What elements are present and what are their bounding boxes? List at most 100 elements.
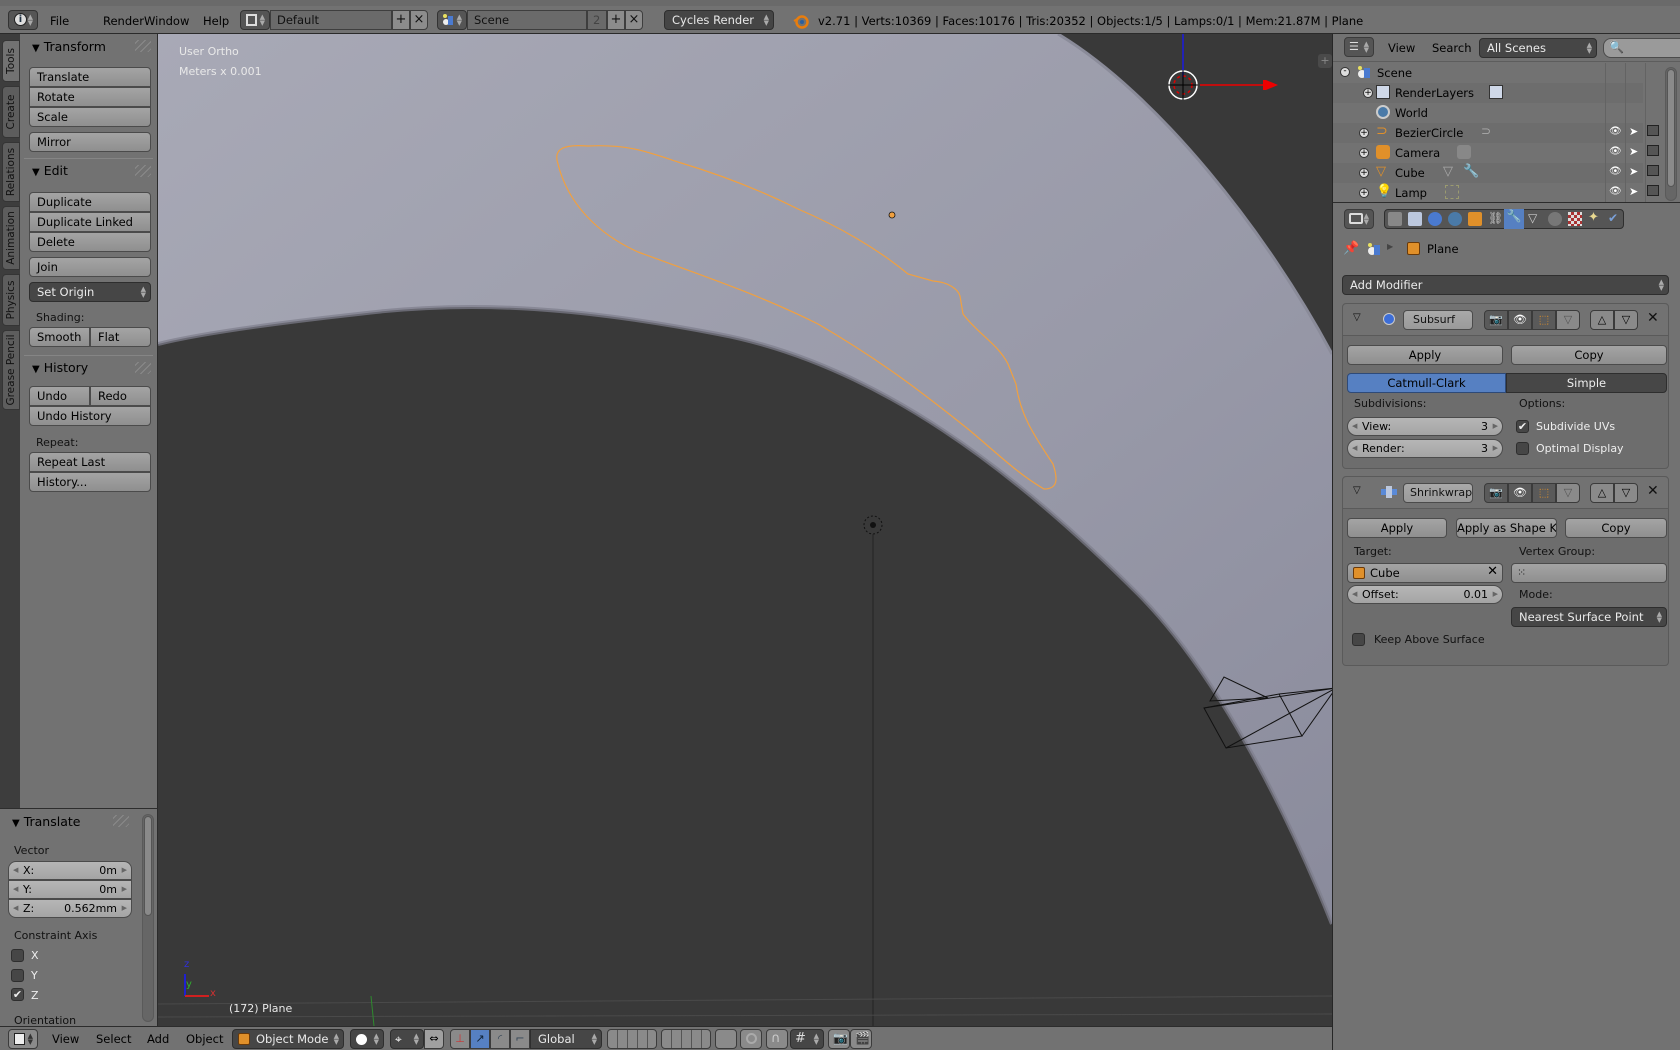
menu-file[interactable]: File [50, 14, 69, 28]
render-tab-icon[interactable] [1388, 212, 1402, 226]
decrement-arrow-icon[interactable]: ◀ [1352, 590, 1357, 598]
shrinkwrap-name-field[interactable]: Shrinkwrap [1403, 483, 1473, 503]
subsurf-apply-button[interactable]: Apply [1347, 345, 1503, 365]
increment-arrow-icon[interactable]: ▶ [122, 885, 127, 893]
target-object-field[interactable]: Cube ✕ [1347, 563, 1503, 583]
mirror-button[interactable]: Mirror [29, 132, 151, 152]
vector-z-field[interactable]: ◀ Z: 0.562mm ▶ [8, 899, 132, 918]
decrement-arrow-icon[interactable]: ◀ [1352, 444, 1357, 452]
delete-button[interactable]: Delete [29, 232, 151, 252]
selectable-cursor-icon[interactable]: ➤ [1629, 125, 1638, 138]
move-up-button[interactable]: △ [1590, 310, 1614, 330]
only-origins-toggle[interactable]: ⇔ [424, 1029, 444, 1049]
realtime-display-toggle[interactable]: 👁 [1508, 483, 1532, 503]
offset-field[interactable]: ◀ Offset: 0.01 ▶ [1347, 585, 1503, 604]
lock-camera-layers-button[interactable] [715, 1029, 737, 1049]
move-down-button[interactable]: ▽ [1614, 483, 1638, 503]
screen-layout-name[interactable]: Default [270, 10, 392, 30]
outliner-item-lamp[interactable]: + 💡 Lamp [1333, 183, 1643, 203]
render-toggle[interactable]: 📷 [1484, 483, 1508, 503]
add-layout-button[interactable]: + [392, 10, 410, 30]
texture-tab-icon[interactable] [1568, 212, 1582, 226]
outliner-item-scene[interactable]: - Scene [1333, 63, 1643, 83]
shrinkwrap-apply-button[interactable]: Apply [1347, 518, 1447, 538]
transform-panel-header[interactable]: ▼ Transform [32, 39, 106, 54]
smooth-shading-button[interactable]: Smooth [29, 327, 90, 347]
particles-tab-icon[interactable]: ✦ [1588, 210, 1599, 225]
constraint-x-checkbox[interactable] [11, 949, 24, 962]
optimal-display-checkbox[interactable] [1516, 442, 1529, 455]
expand-icon[interactable]: + [1363, 88, 1373, 98]
remove-modifier-close-icon[interactable]: ✕ [1647, 310, 1659, 326]
history-panel-header[interactable]: ▼ History [32, 360, 88, 375]
pin-icon[interactable]: 📌 [1343, 241, 1359, 256]
clear-target-x-icon[interactable]: ✕ [1487, 564, 1498, 579]
editor-type-outliner-button[interactable]: ☰ ▲ ▼ [1344, 37, 1374, 57]
outliner-item-camera[interactable]: + Camera [1333, 143, 1643, 163]
tab-relations[interactable]: Relations [2, 142, 20, 202]
visibility-eye-icon[interactable]: 👁 [1609, 166, 1622, 177]
increment-arrow-icon[interactable]: ▶ [122, 904, 127, 912]
tab-physics[interactable]: Physics [2, 274, 20, 326]
menu-add[interactable]: Add [147, 1032, 169, 1046]
outliner-search-input[interactable]: 🔍 [1603, 38, 1680, 58]
subsurf-render-levels-field[interactable]: ◀ Render: 3 ▶ [1347, 439, 1503, 458]
collapse-triangle-icon[interactable]: ▽ [1353, 312, 1361, 323]
transform-orientation-dropdown[interactable]: Global ▲ ▼ [530, 1029, 602, 1049]
vector-x-field[interactable]: ◀ X: 0m ▶ [8, 861, 132, 880]
subsurf-view-levels-field[interactable]: ◀ View: 3 ▶ [1347, 417, 1503, 436]
add-modifier-dropdown[interactable]: Add Modifier ▲ ▼ [1342, 275, 1669, 295]
increment-arrow-icon[interactable]: ▶ [1493, 422, 1498, 430]
interaction-mode-dropdown[interactable]: Object Mode ▲ ▼ [232, 1029, 344, 1049]
scrollbar-thumb[interactable] [144, 816, 152, 916]
menu-object[interactable]: Object [186, 1032, 223, 1046]
physics-tab-icon[interactable]: ✔ [1608, 211, 1618, 225]
delete-scene-button[interactable]: × [625, 10, 643, 30]
undo-button[interactable]: Undo [29, 386, 90, 406]
delete-layout-button[interactable]: × [410, 10, 428, 30]
tab-animation[interactable]: Animation [2, 206, 20, 270]
add-scene-button[interactable]: + [607, 10, 625, 30]
subsurf-name-field[interactable]: Subsurf [1403, 310, 1473, 330]
rotate-button[interactable]: Rotate [29, 87, 151, 107]
scene-selector[interactable]: ▲ ▼ [437, 10, 467, 30]
move-down-button[interactable]: ▽ [1614, 310, 1638, 330]
constraints-tab-icon[interactable]: ⛓ [1488, 211, 1503, 225]
panel-grip-icon[interactable] [113, 815, 129, 827]
tab-create[interactable]: Create [2, 86, 20, 138]
remove-modifier-close-icon[interactable]: ✕ [1647, 483, 1659, 499]
material-tab-icon[interactable] [1548, 212, 1562, 226]
realtime-display-toggle[interactable]: 👁 [1508, 310, 1532, 330]
proportional-edit-button[interactable] [740, 1029, 762, 1049]
duplicate-button[interactable]: Duplicate [29, 192, 151, 212]
history-button[interactable]: History... [29, 472, 151, 492]
menu-render[interactable]: Render [103, 14, 144, 28]
catmull-clark-option[interactable]: Catmull-Clark [1347, 373, 1506, 393]
redo-button[interactable]: Redo [90, 386, 151, 406]
expand-icon[interactable]: + [1359, 148, 1369, 158]
decrement-arrow-icon[interactable]: ◀ [13, 866, 18, 874]
translate-button[interactable]: Translate [29, 67, 151, 87]
shrinkwrap-mode-dropdown[interactable]: Nearest Surface Point ▲ ▼ [1511, 607, 1667, 627]
duplicate-linked-button[interactable]: Duplicate Linked [29, 212, 151, 232]
undo-history-button[interactable]: Undo History [29, 406, 151, 426]
outliner-scrollbar[interactable] [1665, 67, 1677, 201]
snap-element-dropdown[interactable]: # ▲ ▼ [790, 1029, 824, 1049]
move-up-button[interactable]: △ [1590, 483, 1614, 503]
opengl-render-button[interactable]: 📷 [828, 1029, 850, 1049]
on-cage-toggle[interactable]: ▽ [1556, 310, 1580, 330]
editor-type-info-button[interactable]: i ▲ ▼ [8, 10, 38, 30]
rotate-manipulator-toggle[interactable]: ◜ [490, 1029, 510, 1049]
renderable-camera-icon[interactable] [1647, 165, 1659, 176]
increment-arrow-icon[interactable]: ▶ [1493, 590, 1498, 598]
renderable-camera-icon[interactable] [1647, 125, 1659, 136]
decrement-arrow-icon[interactable]: ◀ [1352, 422, 1357, 430]
visibility-eye-icon[interactable]: 👁 [1609, 186, 1622, 197]
translate-manipulator-toggle[interactable]: ↗ [470, 1029, 490, 1049]
redo-panel-scrollbar[interactable] [142, 814, 154, 1022]
opengl-render-animation-button[interactable]: 🎬 [850, 1029, 872, 1049]
world-tab-icon[interactable] [1448, 212, 1462, 226]
selectable-cursor-icon[interactable]: ➤ [1629, 185, 1638, 198]
editor-type-3dview-button[interactable]: ▲ ▼ [8, 1029, 38, 1049]
3d-viewport[interactable]: User Ortho Meters x 0.001 (172) Plane z … [158, 34, 1332, 1026]
